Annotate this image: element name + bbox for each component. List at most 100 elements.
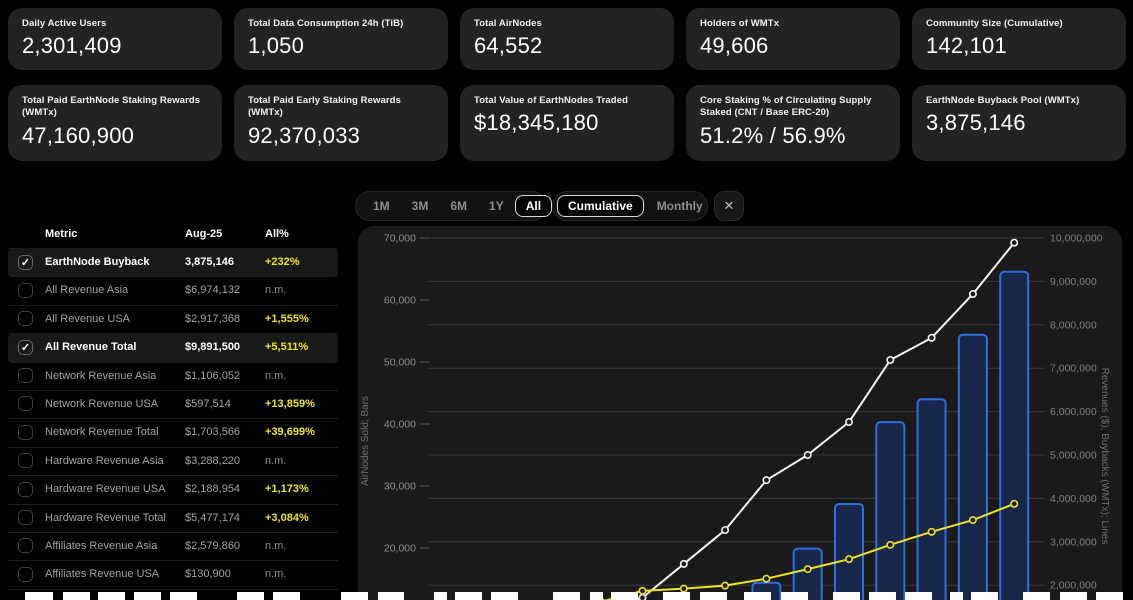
stat-card-value: $18,345,180 (474, 110, 660, 136)
range-button-6m[interactable]: 6M (439, 195, 478, 217)
time-range-group: 1M3M6M1YAll (355, 191, 547, 221)
marquee-letter-top (63, 592, 90, 600)
right-axis-tick: 5,000,000 (1050, 450, 1097, 462)
bar-airnodes-sold (959, 335, 987, 600)
stat-card-label: Holders of WMTx (700, 18, 886, 30)
stat-card-value: 142,101 (926, 33, 1112, 59)
table-row[interactable]: Affiliates Revenue USA$130,900n.m. (8, 561, 338, 589)
stat-card: Total Paid Early Staking Rewards (WMTx) 9… (234, 85, 448, 161)
table-row[interactable]: Network Revenue Asia$1,106,052n.m. (8, 363, 338, 391)
marker-all-revenue-total (763, 477, 769, 483)
range-button-all[interactable]: All (515, 195, 552, 217)
marquee-letter-top (950, 592, 963, 600)
checkbox-unchecked[interactable] (18, 567, 33, 582)
marker-earthnode-buyback (763, 575, 769, 581)
marquee-letter-top (170, 592, 197, 600)
checkbox-unchecked[interactable] (18, 396, 33, 411)
header-metric: Metric (45, 228, 77, 240)
checkbox-unchecked[interactable] (18, 283, 33, 298)
stat-card-value: 64,552 (474, 33, 660, 59)
checkbox-checked[interactable]: ✓ (18, 255, 33, 270)
checkbox-checked[interactable]: ✓ (18, 340, 33, 355)
metric-value: $6,974,132 (185, 284, 240, 296)
marker-all-revenue-total (681, 561, 687, 567)
table-row[interactable]: All Revenue Asia$6,974,132n.m. (8, 277, 338, 305)
table-row[interactable]: ✓EarthNode Buyback3,875,146+232% (8, 249, 338, 277)
checkbox-unchecked[interactable] (18, 453, 33, 468)
left-axis-tick: 30,000 (384, 481, 416, 493)
metric-value: $2,188,954 (185, 483, 240, 495)
range-button-1y[interactable]: 1Y (478, 195, 515, 217)
range-button-1m[interactable]: 1M (362, 195, 401, 217)
metric-name: Affiliates Revenue Asia (45, 540, 157, 552)
metric-name: All Revenue USA (45, 313, 130, 325)
stat-card-label: Total Paid Early Staking Rewards (WMTx) (248, 95, 434, 120)
table-row[interactable]: Hardware Revenue Asia$3,288,220n.m. (8, 448, 338, 476)
marquee-letter-top (434, 592, 447, 600)
stat-cards-row-1: Daily Active Users2,301,409Total Data Co… (8, 8, 1126, 70)
marquee-letter-top (611, 592, 638, 600)
stat-card: EarthNode Buyback Pool (WMTx) 3,875,146 (912, 85, 1126, 161)
stat-card: Holders of WMTx 49,606 (686, 8, 900, 70)
mode-button-monthly[interactable]: Monthly (646, 195, 714, 217)
table-row[interactable]: Affiliates Revenue Asia$2,579,860n.m. (8, 533, 338, 561)
metric-value: $130,900 (185, 568, 231, 580)
stat-card-label: Total Value of EarthNodes Traded (474, 95, 660, 107)
table-row[interactable]: Hardware Revenue USA$2,188,954+1,173% (8, 476, 338, 504)
metric-pct: +232% (265, 256, 300, 268)
marker-all-revenue-total (722, 527, 728, 533)
left-axis-tick: 70,000 (384, 233, 416, 245)
stat-card-value: 3,875,146 (926, 110, 1112, 136)
mode-button-cumulative[interactable]: Cumulative (557, 195, 644, 217)
metric-name: Hardware Revenue USA (45, 483, 165, 495)
marker-earthnode-buyback (887, 542, 893, 548)
close-icon: ✕ (724, 198, 735, 214)
chart-panel[interactable]: 10,000,0009,000,0008,000,0007,000,0006,0… (358, 226, 1122, 600)
stat-card-label: Total Paid EarthNode Staking Rewards (WM… (22, 95, 208, 120)
range-button-3m[interactable]: 3M (401, 195, 440, 217)
combo-chart[interactable]: 10,000,0009,000,0008,000,0007,000,0006,0… (358, 226, 1122, 600)
checkbox-unchecked[interactable] (18, 311, 33, 326)
left-axis-label: AirNodes Sold; Bars (360, 396, 371, 486)
metric-name: Hardware Revenue Asia (45, 455, 164, 467)
metric-value: $3,288,220 (185, 455, 240, 467)
metric-name: Network Revenue Asia (45, 370, 156, 382)
close-chart-button[interactable]: ✕ (714, 191, 744, 221)
checkbox-unchecked[interactable] (18, 538, 33, 553)
checkbox-unchecked[interactable] (18, 425, 33, 440)
stat-card: Daily Active Users2,301,409 (8, 8, 222, 70)
table-row[interactable]: Network Revenue USA$597,514+13,859% (8, 391, 338, 419)
marker-earthnode-buyback (970, 517, 976, 523)
right-axis-tick: 3,000,000 (1050, 536, 1097, 548)
header-pct: All% (265, 228, 289, 240)
right-axis-tick: 6,000,000 (1050, 406, 1097, 418)
marquee-letter-top (491, 592, 518, 600)
header-period: Aug-25 (185, 228, 222, 240)
stat-card: Total Paid EarthNode Staking Rewards (WM… (8, 85, 222, 161)
right-axis-label: Revenues ($), Buybacks (WMTx); Lines (1099, 368, 1110, 545)
metric-name: EarthNode Buyback (45, 256, 150, 268)
marker-earthnode-buyback (681, 585, 687, 591)
stat-card-label: Community Size (Cumulative) (926, 18, 1112, 30)
table-row[interactable]: Hardware Revenue Total$5,477,174+3,084% (8, 505, 338, 533)
stat-card: Core Staking % of Circulating Supply Sta… (686, 85, 900, 161)
marker-earthnode-buyback (805, 566, 811, 572)
table-row[interactable]: Network Revenue Total$1,703,566+39,699% (8, 419, 338, 447)
right-axis-tick: 10,000,000 (1050, 233, 1103, 245)
stat-cards-row-2: Total Paid EarthNode Staking Rewards (WM… (8, 85, 1126, 161)
marker-all-revenue-total (970, 291, 976, 297)
metric-pct: +1,555% (265, 313, 309, 325)
stat-card-value: 51.2% / 56.9% (700, 123, 886, 149)
marquee-letter-top (700, 592, 727, 600)
checkbox-unchecked[interactable] (18, 482, 33, 497)
left-axis-tick: 50,000 (384, 357, 416, 369)
table-row[interactable]: ✓All Revenue Total$9,891,500+5,511% (8, 334, 338, 362)
stat-card-value: 92,370,033 (248, 123, 434, 149)
metric-pct: n.m. (265, 568, 286, 580)
stat-card-value: 49,606 (700, 33, 886, 59)
checkbox-unchecked[interactable] (18, 368, 33, 383)
checkbox-unchecked[interactable] (18, 510, 33, 525)
table-row[interactable]: All Revenue USA$2,917,368+1,555% (8, 306, 338, 334)
stat-card-label: EarthNode Buyback Pool (WMTx) (926, 95, 1112, 107)
metric-value: $1,703,566 (185, 426, 240, 438)
